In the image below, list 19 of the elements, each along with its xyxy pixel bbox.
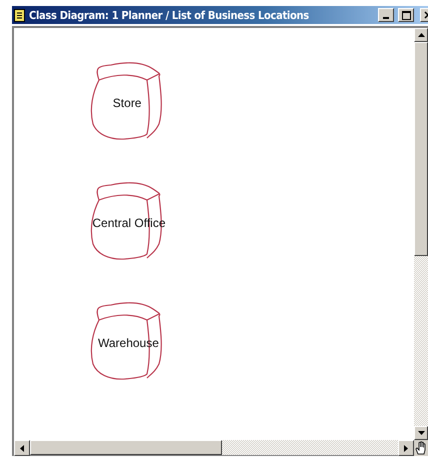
hand-icon[interactable] — [415, 441, 427, 455]
up-arrow-icon — [418, 33, 424, 37]
left-arrow-icon — [20, 444, 24, 452]
right-arrow-icon — [404, 444, 408, 452]
scroll-thumb[interactable] — [414, 42, 428, 256]
maximize-icon — [402, 10, 410, 20]
window-title: Class Diagram: 1 Planner / List of Business Locations — [29, 8, 310, 22]
maximize-button[interactable] — [398, 8, 414, 22]
scroll-left-button[interactable] — [14, 440, 30, 456]
vertical-scrollbar[interactable] — [414, 28, 428, 440]
document-icon — [14, 8, 25, 22]
minimize-button[interactable] — [378, 8, 394, 22]
scroll-right-button[interactable] — [398, 440, 414, 456]
scroll-down-button[interactable] — [414, 426, 428, 440]
class-name: Store — [112, 96, 142, 110]
scroll-up-button[interactable] — [414, 28, 428, 42]
down-arrow-icon — [418, 431, 424, 435]
scroll-thumb[interactable] — [30, 440, 222, 455]
horizontal-scrollbar[interactable] — [14, 440, 414, 456]
